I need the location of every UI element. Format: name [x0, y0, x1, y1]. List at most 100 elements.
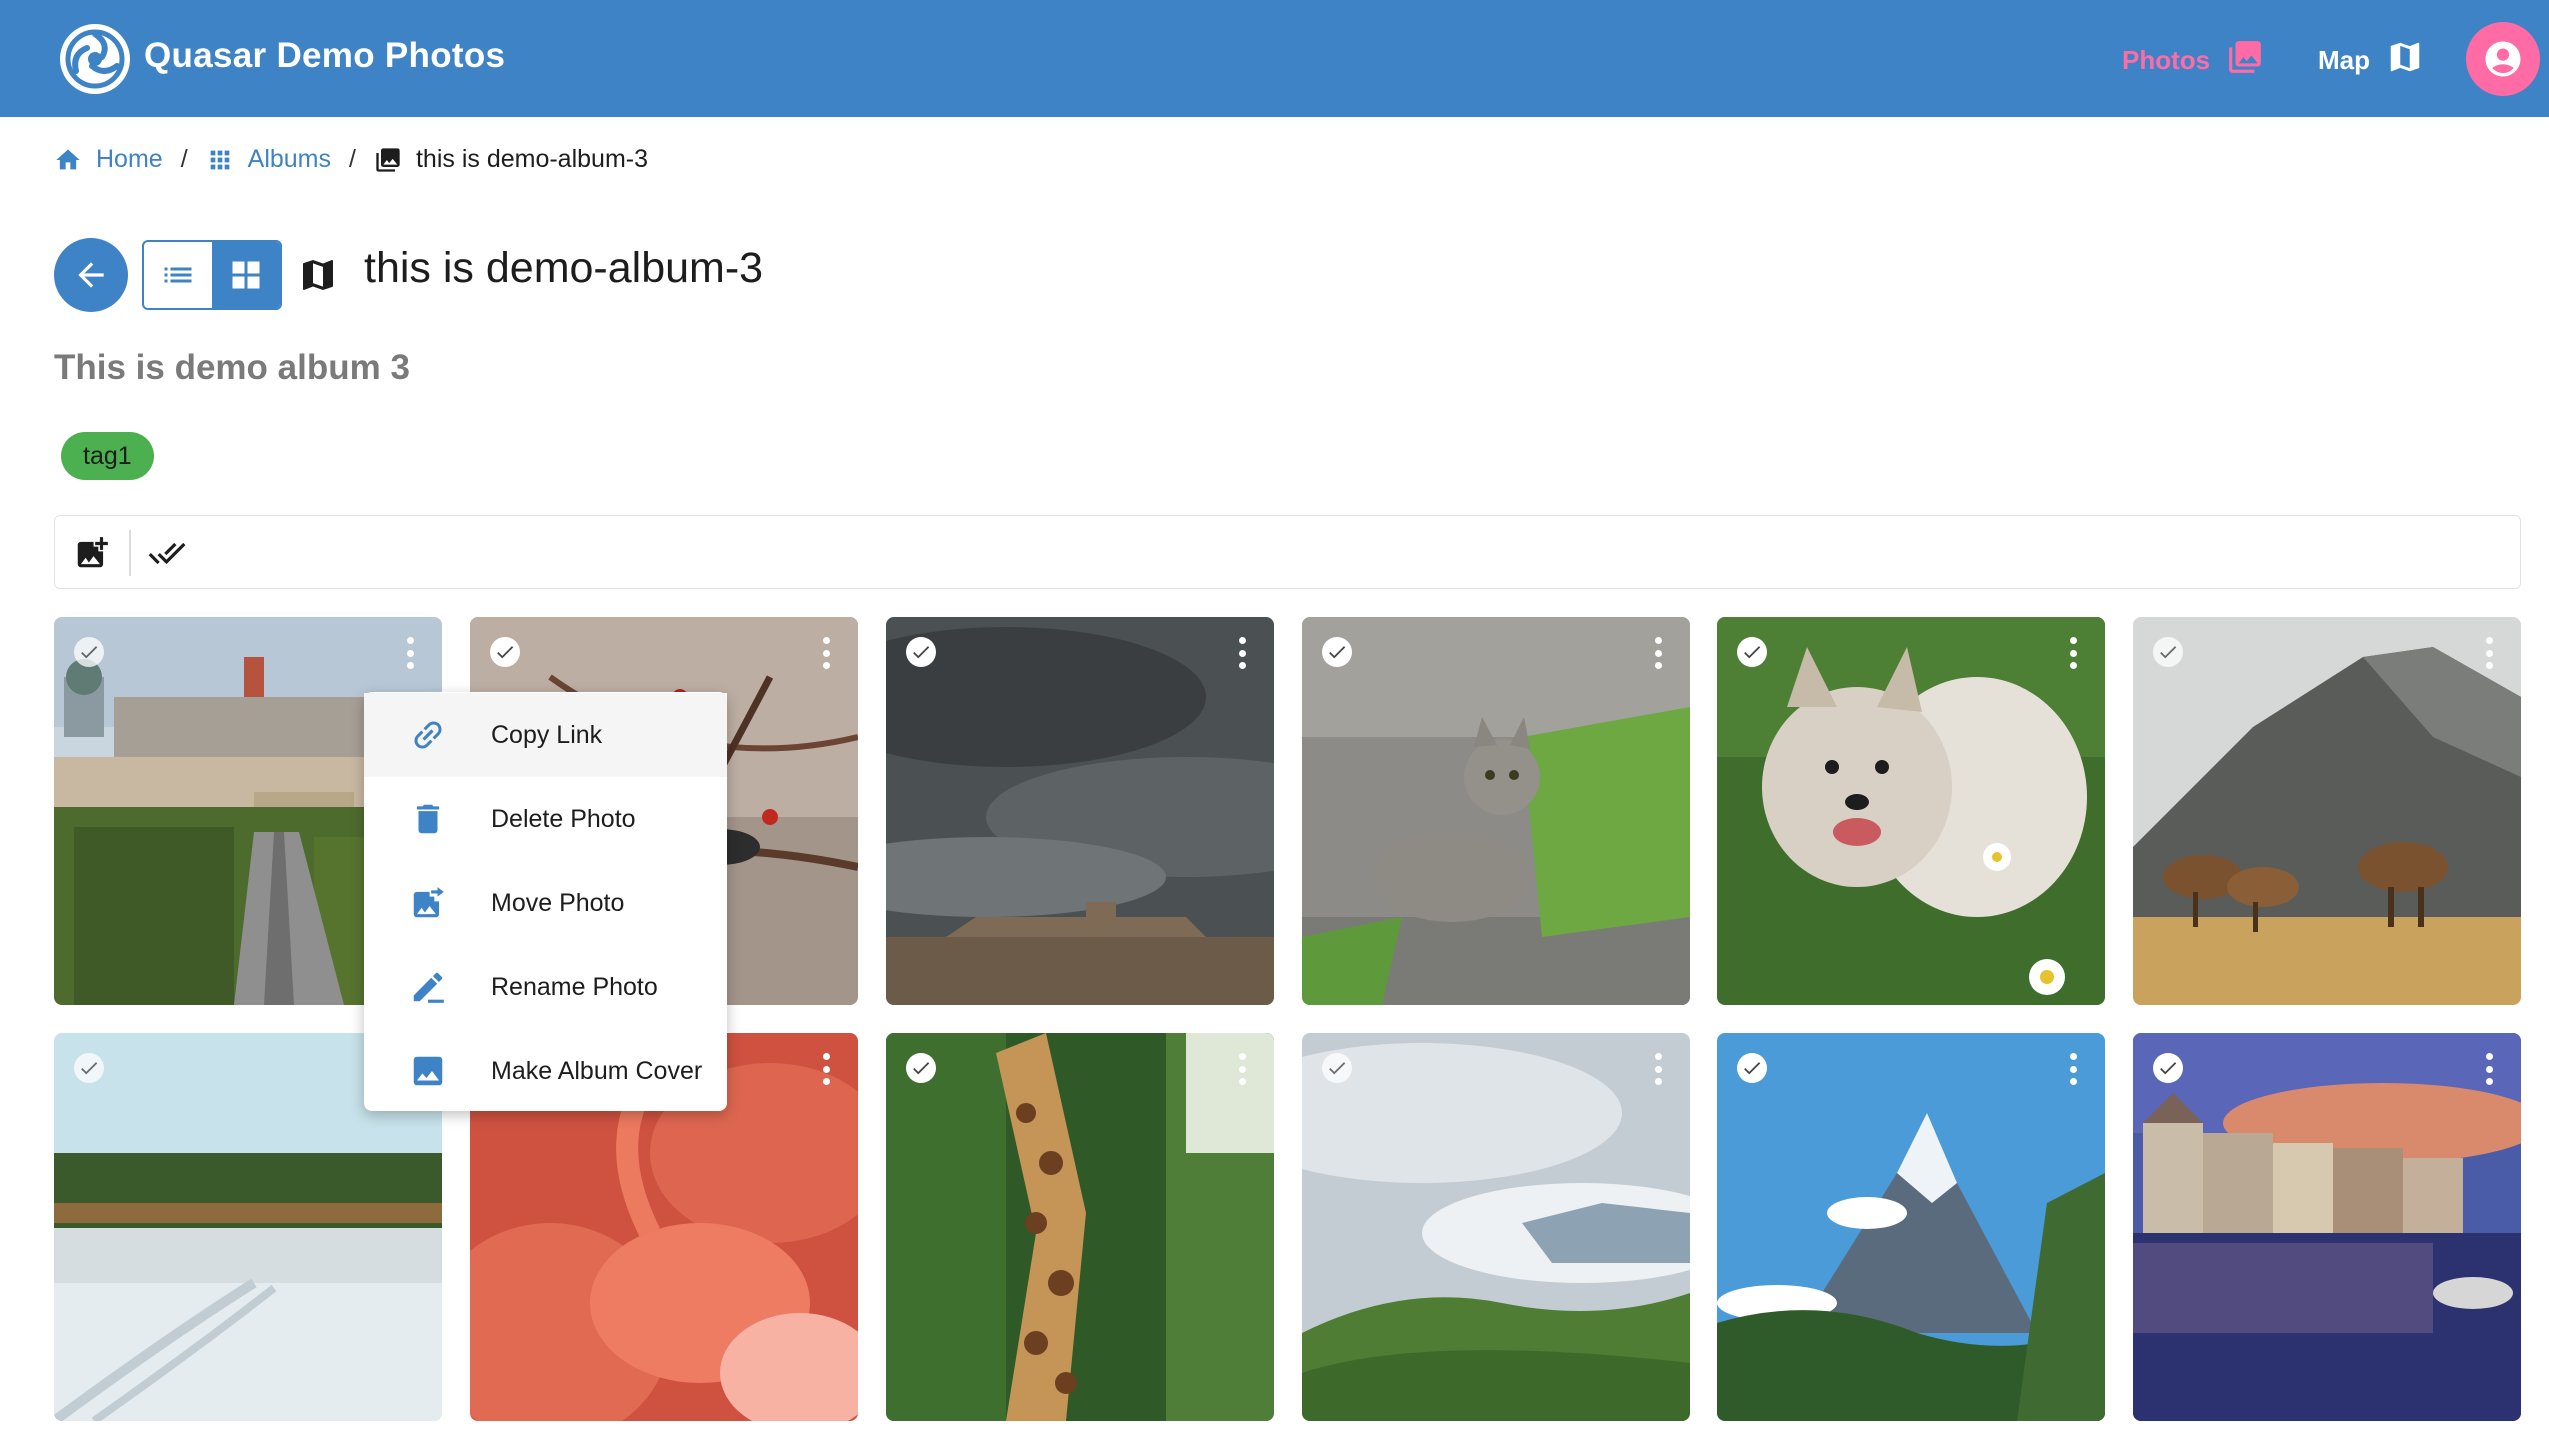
account-avatar-button[interactable] [2466, 22, 2540, 96]
photo-matterhorn [1717, 1033, 2105, 1421]
arrow-back-icon [78, 262, 104, 288]
copy-link-menu-item[interactable]: Copy Link [364, 693, 727, 777]
photo-library-icon [2226, 38, 2264, 83]
add-photo-icon [77, 537, 108, 568]
breadcrumb-albums-label: Albums [247, 145, 332, 173]
nav-map-label: Map [2318, 45, 2370, 75]
checkmark-icon [913, 646, 930, 659]
breadcrumb: Home / Albums / this is demo-album-3 [54, 145, 648, 174]
photo-tabby-cat [1302, 617, 1690, 1005]
photo-fluffy-dog [1717, 617, 2105, 1005]
photo-waterfront-town [2133, 1033, 2521, 1421]
app-title: Quasar Demo Photos [144, 36, 506, 75]
more-vert-icon[interactable] [1652, 637, 1664, 669]
select-checkbox[interactable] [2153, 637, 2183, 667]
back-button[interactable] [54, 238, 128, 312]
more-vert-icon[interactable] [1236, 1053, 1248, 1085]
breadcrumb-home[interactable]: Home [54, 145, 163, 174]
breadcrumb-separator: / [349, 145, 356, 173]
nav-photos-label: Photos [2122, 45, 2211, 75]
delete-photo-menu-item[interactable]: Delete Photo [364, 777, 727, 861]
account-circle-icon [2485, 41, 2521, 77]
quasar-logo-icon[interactable] [60, 24, 130, 94]
move-photo-menu-item[interactable]: Move Photo [364, 861, 727, 945]
checkmark-icon [81, 1062, 98, 1075]
make-album-cover-label: Make Album Cover [491, 1056, 703, 1085]
checkmark-icon [81, 646, 98, 659]
map-icon [2386, 38, 2424, 83]
checkmark-icon [497, 646, 514, 659]
home-icon [56, 149, 80, 169]
checkmark-icon [2160, 1062, 2177, 1075]
photo-giraffe [886, 1033, 1274, 1421]
photo-album-icon [376, 147, 400, 172]
breadcrumb-current-label: this is demo-album-3 [415, 145, 648, 173]
image-icon [413, 1056, 442, 1086]
photo-tile[interactable] [886, 1033, 1274, 1421]
select-checkbox[interactable] [1737, 1053, 1767, 1083]
nav-map-link[interactable]: Map [2318, 38, 2424, 83]
rename-photo-menu-item[interactable]: Rename Photo [364, 945, 727, 1029]
done-all-icon [148, 542, 186, 565]
checkmark-icon [1329, 646, 1346, 659]
checkmark-icon [1329, 1062, 1346, 1075]
rename-photo-label: Rename Photo [491, 972, 658, 1001]
album-map-button[interactable] [298, 255, 338, 300]
select-checkbox[interactable] [906, 637, 936, 667]
select-checkbox[interactable] [1737, 637, 1767, 667]
more-vert-icon[interactable] [2067, 1053, 2079, 1085]
more-vert-icon[interactable] [820, 637, 832, 669]
select-checkbox[interactable] [1322, 1053, 1352, 1083]
copy-link-label: Copy Link [491, 720, 603, 749]
add-photo-button[interactable] [73, 534, 111, 577]
more-vert-icon[interactable] [1236, 637, 1248, 669]
checkmark-icon [1744, 1062, 1761, 1075]
breadcrumb-albums[interactable]: Albums [206, 145, 331, 174]
select-all-button[interactable] [145, 534, 189, 577]
trash-icon [416, 804, 439, 834]
select-checkbox[interactable] [2153, 1053, 2183, 1083]
select-checkbox[interactable] [906, 1053, 936, 1083]
checkmark-icon [913, 1062, 930, 1075]
photo-tile[interactable] [886, 617, 1274, 1005]
photo-tile[interactable] [1717, 617, 2105, 1005]
make-album-cover-menu-item[interactable]: Make Album Cover [364, 1029, 727, 1113]
photo-elk-mountain [2133, 617, 2521, 1005]
album-tag-chip[interactable]: tag1 [61, 432, 154, 480]
photo-tile[interactable] [2133, 617, 2521, 1005]
delete-photo-label: Delete Photo [491, 804, 636, 833]
more-vert-icon[interactable] [2067, 637, 2079, 669]
photo-cloudy-hills [1302, 1033, 1690, 1421]
album-title: this is demo-album-3 [364, 244, 764, 292]
grid-icon [232, 261, 260, 289]
select-checkbox[interactable] [74, 637, 104, 667]
move-photo-icon [413, 887, 444, 918]
select-checkbox[interactable] [490, 637, 520, 667]
breadcrumb-separator: / [180, 145, 188, 173]
select-checkbox[interactable] [1322, 637, 1352, 667]
photo-tile[interactable] [2133, 1033, 2521, 1421]
more-vert-icon[interactable] [2483, 637, 2495, 669]
view-mode-toggle [142, 240, 282, 310]
checkmark-icon [1744, 646, 1761, 659]
move-photo-label: Move Photo [491, 888, 625, 917]
photo-tile[interactable] [1302, 617, 1690, 1005]
select-checkbox[interactable] [74, 1053, 104, 1083]
photo-context-menu: Copy Link Delete Photo Move Photo Rename… [364, 692, 727, 1111]
photo-tile[interactable] [1302, 1033, 1690, 1421]
breadcrumb-home-label: Home [96, 145, 163, 173]
list-view-button[interactable] [144, 242, 212, 308]
more-vert-icon[interactable] [2483, 1053, 2495, 1085]
list-icon [164, 267, 192, 283]
link-icon [413, 721, 442, 749]
more-vert-icon[interactable] [820, 1053, 832, 1085]
album-description: This is demo album 3 [54, 348, 410, 387]
photo-tile[interactable] [1717, 1033, 2105, 1421]
map-icon [303, 260, 333, 290]
nav-photos-link[interactable]: Photos [2122, 38, 2264, 83]
more-vert-icon[interactable] [404, 637, 416, 669]
apps-grid-icon [210, 150, 229, 169]
grid-view-button[interactable] [212, 242, 280, 308]
more-vert-icon[interactable] [1652, 1053, 1664, 1085]
photo-stormy-sky-castle [886, 617, 1274, 1005]
